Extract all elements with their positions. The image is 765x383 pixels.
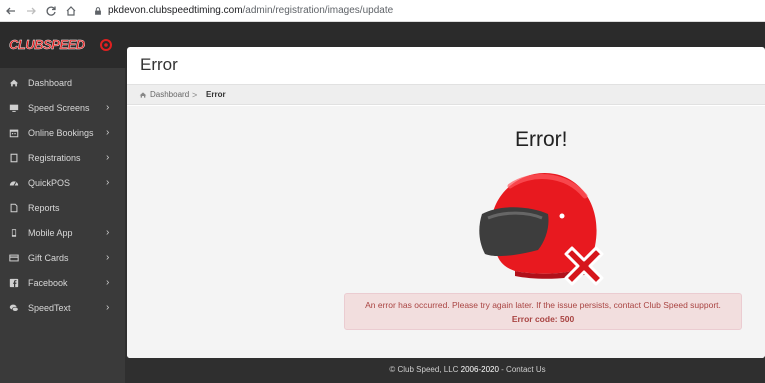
sidebar-item-quickpos[interactable]: QuickPOS › xyxy=(0,170,125,195)
sidebar-item-facebook[interactable]: Facebook › xyxy=(0,270,125,295)
monitor-icon xyxy=(8,102,20,114)
url-domain: pkdevon.clubspeedtiming.com xyxy=(108,5,243,16)
file-icon xyxy=(8,202,20,214)
sidebar-item-dashboard[interactable]: Dashboard xyxy=(0,70,125,95)
sidebar-item-label: Online Bookings xyxy=(28,127,94,138)
error-code: Error code: 500 xyxy=(511,314,575,324)
address-bar[interactable]: pkdevon.clubspeedtiming.com/admin/regist… xyxy=(108,5,393,16)
chevron-right-icon: › xyxy=(106,252,110,263)
reload-button[interactable] xyxy=(42,2,60,20)
breadcrumb-dashboard-link[interactable]: Dashboard xyxy=(150,90,189,99)
tachometer-icon xyxy=(8,177,20,189)
footer-copyright: © Club Speed, LLC xyxy=(389,365,459,374)
browser-home-icon xyxy=(66,5,76,16)
error-alert: An error has occurred. Please try again … xyxy=(344,293,742,330)
sidebar-item-label: Mobile App xyxy=(28,227,73,238)
sidebar-item-label: Dashboard xyxy=(28,77,73,88)
footer: © Club Speed, LLC 2006-2020 - Contact Us xyxy=(0,362,765,382)
mobile-icon xyxy=(8,227,20,239)
chevron-right-icon: › xyxy=(106,102,110,113)
home-button[interactable] xyxy=(62,2,80,20)
comments-icon xyxy=(8,302,20,314)
sidebar-item-gift-cards[interactable]: Gift Cards › xyxy=(0,245,125,270)
sidebar-item-label: SpeedText xyxy=(28,302,71,313)
clubspeed-logo[interactable]: CLUBSPEED xyxy=(9,35,113,55)
breadcrumb-home-icon xyxy=(139,92,147,98)
credit-card-icon xyxy=(8,252,20,264)
sidebar-item-label: Reports xyxy=(28,202,60,213)
chevron-right-icon: › xyxy=(106,152,110,163)
sidebar-item-label: Speed Screens xyxy=(28,102,90,113)
tablet-icon xyxy=(8,152,20,164)
logo-mark: CLUBSPEED xyxy=(9,37,112,52)
browser-toolbar: pkdevon.clubspeedtiming.com/admin/regist… xyxy=(0,0,765,22)
chevron-right-icon: › xyxy=(106,127,110,138)
lock-icon[interactable] xyxy=(92,5,104,17)
reload-icon xyxy=(46,6,56,16)
sidebar-item-online-bookings[interactable]: Online Bookings › xyxy=(0,120,125,145)
sidebar-item-label: QuickPOS xyxy=(28,177,71,188)
error-helmet-icon xyxy=(479,172,604,286)
sidebar-item-mobile-app[interactable]: Mobile App › xyxy=(0,220,125,245)
sidebar-item-label: Registrations xyxy=(28,152,81,163)
back-arrow-icon xyxy=(6,7,15,14)
forward-button[interactable] xyxy=(22,2,40,20)
chevron-right-icon: › xyxy=(106,277,110,288)
sidebar-item-reports[interactable]: Reports xyxy=(0,195,125,220)
chevron-right-icon: › xyxy=(106,302,110,313)
sidebar-item-registrations[interactable]: Registrations › xyxy=(0,145,125,170)
contact-us-link[interactable]: - Contact Us xyxy=(501,365,545,374)
sidebar: Dashboard Speed Screens › Online Booking… xyxy=(0,68,125,383)
breadcrumb-current: Error xyxy=(206,90,226,99)
svg-text:CLUBSPEED: CLUBSPEED xyxy=(9,37,86,52)
breadcrumb-separator: > xyxy=(192,89,198,100)
back-button[interactable] xyxy=(2,2,20,20)
home-icon xyxy=(8,77,20,89)
url-path: /admin/registration/images/update xyxy=(242,5,394,16)
sidebar-item-speedtext[interactable]: SpeedText › xyxy=(0,295,125,320)
sidebar-item-speed-screens[interactable]: Speed Screens › xyxy=(0,95,125,120)
calendar-icon xyxy=(8,127,20,139)
sidebar-item-label: Facebook xyxy=(28,277,68,288)
page-title: Error xyxy=(140,55,178,74)
chevron-right-icon: › xyxy=(106,177,110,188)
chevron-right-icon: › xyxy=(106,227,110,238)
facebook-icon xyxy=(8,277,20,289)
breadcrumb: Dashboard > Error xyxy=(127,84,765,105)
forward-arrow-icon xyxy=(27,7,36,14)
footer-years: 2006-2020 xyxy=(460,365,499,374)
sidebar-item-label: Gift Cards xyxy=(28,252,69,263)
error-heading: Error! xyxy=(515,128,568,151)
error-message: An error has occurred. Please try again … xyxy=(365,300,721,310)
